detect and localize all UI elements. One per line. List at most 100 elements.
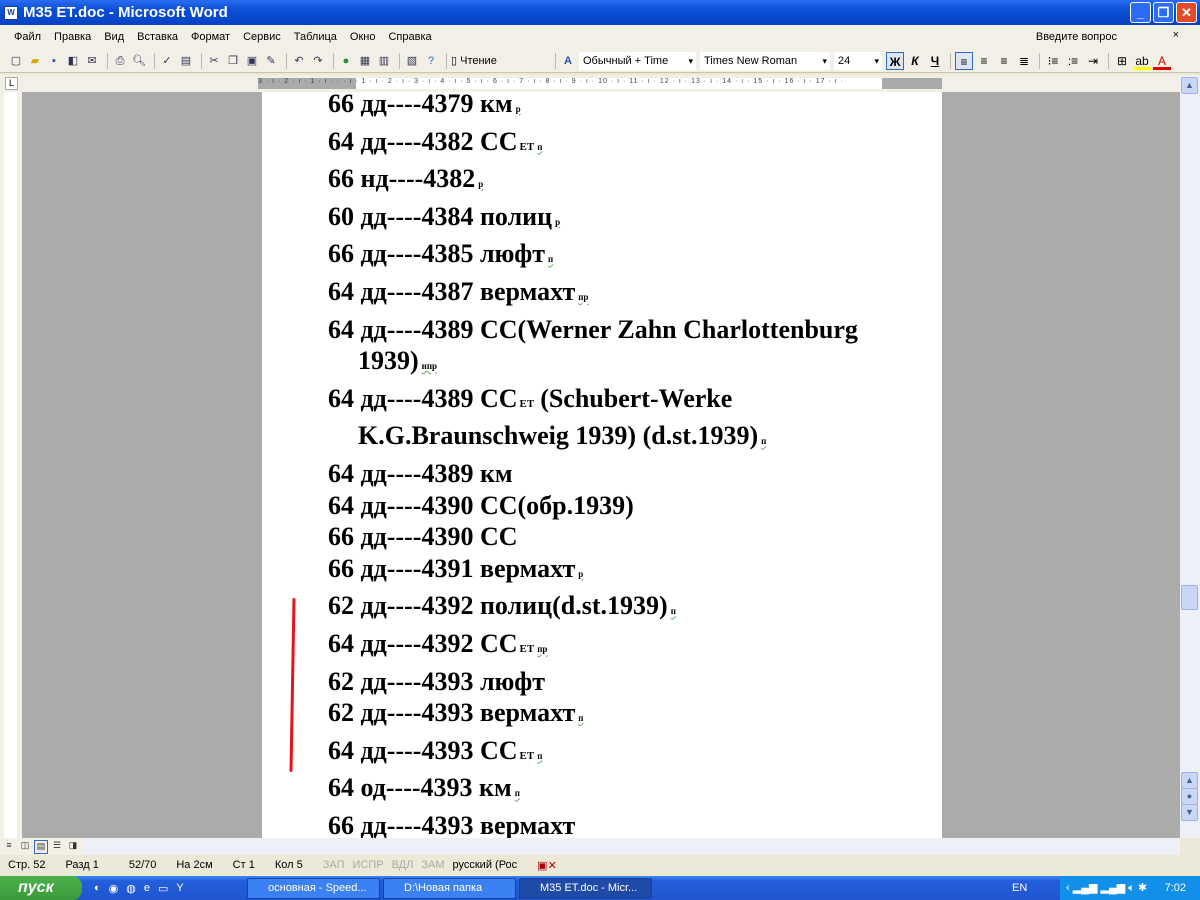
redo-icon[interactable]: ↷ (310, 53, 326, 69)
web-view-icon[interactable]: ◫ (18, 840, 32, 854)
horizontal-ruler[interactable]: L 3 · ı · 2 · ı · 1 · ı · · · ı · 1 · ı … (0, 75, 1200, 92)
scroll-down-button-page[interactable]: ▼ (1181, 804, 1198, 821)
styles-icon[interactable]: A (560, 53, 576, 69)
scroll-up-button[interactable]: ▲ (1181, 77, 1198, 94)
undo-icon[interactable]: ↶ (291, 53, 307, 69)
align-center-icon[interactable]: ≡ (975, 52, 993, 70)
select-browse-object[interactable]: ● (1181, 788, 1198, 805)
borders-icon[interactable]: ⊞ (1113, 52, 1131, 70)
align-left-icon[interactable]: ≡ (955, 51, 973, 70)
font-select[interactable]: Times New Roman (700, 51, 830, 70)
justify-icon[interactable]: ≣ (1015, 52, 1033, 70)
status-col: Кол 5 (274, 859, 303, 871)
italic-button[interactable]: К (906, 52, 924, 70)
permission-icon[interactable]: ◧ (65, 53, 81, 69)
research-icon[interactable]: ▤ (178, 53, 194, 69)
print-preview-icon[interactable]: 🔍︎ (131, 53, 147, 69)
open-icon[interactable]: ▰ (27, 53, 43, 69)
taskbar-word[interactable]: M35 ET.doc - Micr... (519, 877, 652, 899)
font-color-icon[interactable]: A (1153, 52, 1171, 70)
style-select[interactable]: Обычный + Time (579, 51, 696, 70)
status-trk[interactable]: ИСПР (352, 859, 383, 871)
align-right-icon[interactable]: ≡ (995, 52, 1013, 70)
normal-view-icon[interactable]: ≡ (2, 840, 16, 854)
document-line: 64 дд----4390 СС(обр.1939) (328, 490, 928, 522)
restore-button[interactable]: ❐ (1153, 2, 1174, 23)
spelling-status-icon[interactable]: ▣✕ (537, 859, 557, 872)
cut-icon[interactable]: ✂ (206, 53, 222, 69)
menu-tools[interactable]: Сервис (243, 31, 281, 43)
help-icon[interactable]: ? (423, 53, 439, 69)
bullets-icon[interactable]: :≡ (1064, 52, 1082, 70)
line-text: 62 дд----4392 полиц(d.st.1939) (328, 591, 668, 621)
font-size-select[interactable]: 24 (834, 51, 882, 70)
ask-question-input[interactable]: Введите вопрос (1036, 31, 1117, 43)
indent-icon[interactable]: ⇥ (1084, 52, 1102, 70)
save-icon[interactable]: ▪ (46, 53, 62, 69)
document-map-icon[interactable]: ▧ (404, 53, 420, 69)
paste-icon[interactable]: ▣ (244, 53, 260, 69)
menu-table[interactable]: Таблица (294, 31, 337, 43)
document-line: K.G.Braunschweig 1939) (d.st.1939) п (328, 420, 928, 458)
spelling-icon[interactable]: ✓ (159, 53, 175, 69)
desktop-icon[interactable]: ▭ (158, 882, 168, 895)
scroll-thumb[interactable] (1181, 585, 1198, 610)
quicklaunch-icon[interactable]: ◐ (94, 882, 101, 895)
print-layout-icon[interactable]: ▤ (34, 839, 48, 854)
reading-mode-button[interactable]: ▯ Чтение (451, 54, 551, 67)
format-painter-icon[interactable]: ✎ (263, 53, 279, 69)
language-indicator[interactable]: EN (1012, 876, 1027, 900)
menu-file[interactable]: Файл (14, 31, 41, 43)
line-text: 66 дд----4391 вермахт (328, 553, 576, 583)
vertical-scrollbar[interactable]: ▲ ▲ ● ▼ (1180, 75, 1200, 838)
chrome-icon[interactable]: ◉ (109, 882, 119, 895)
document-page[interactable]: 66 дд----4379 км р 64 дд----4382 СС ЕТ п 66 н… (262, 92, 942, 838)
menu-window[interactable]: Окно (350, 31, 376, 43)
close-button[interactable]: ✕ (1176, 2, 1197, 23)
document-line: 64 дд----4387 вермахт пр (328, 276, 928, 314)
reading-view-icon[interactable]: ◨ (66, 840, 80, 854)
horizontal-scrollbar[interactable] (84, 839, 1180, 854)
status-rec[interactable]: ЗАП (323, 859, 345, 871)
quicklaunch-icon[interactable]: ◍ (126, 882, 136, 895)
ie-icon[interactable]: e (144, 882, 150, 895)
line-tag: п (537, 750, 543, 761)
email-icon[interactable]: ✉ (84, 53, 100, 69)
status-language[interactable]: русский (Рос (453, 859, 518, 871)
insert-table-icon[interactable]: ▥ (376, 53, 392, 69)
status-ovr[interactable]: ЗАМ (421, 859, 444, 871)
line-tag: п (670, 606, 676, 617)
menu-help[interactable]: Справка (388, 31, 431, 43)
scroll-up-button-page[interactable]: ▲ (1181, 772, 1198, 789)
taskbar-folder[interactable]: D:\Новая папка (383, 877, 516, 899)
window-title: M35 ET.doc - Microsoft Word (23, 4, 228, 21)
document-line: 1939) нпр (328, 345, 928, 383)
start-button[interactable]: пуск (0, 876, 82, 900)
close-document-button[interactable]: × (1173, 29, 1179, 41)
underline-button[interactable]: Ч (926, 52, 944, 70)
bold-button[interactable]: Ж (886, 51, 904, 70)
tray-icons[interactable]: ‹ ▂▄▆ ▂▄▆ 🔈︎ ✱ (1066, 876, 1147, 900)
minimize-button[interactable]: _ (1130, 2, 1151, 23)
hyperlink-icon[interactable]: ● (338, 53, 354, 69)
menu-view[interactable]: Вид (104, 31, 124, 43)
tables-borders-icon[interactable]: ▦ (357, 53, 373, 69)
menu-format[interactable]: Формат (191, 31, 230, 43)
line-tag: п (514, 788, 520, 799)
menu-insert[interactable]: Вставка (137, 31, 178, 43)
taskbar-firefox[interactable]: основная - Speed... (247, 877, 380, 899)
highlight-icon[interactable]: ab (1133, 52, 1151, 70)
et-mark: ЕТ (519, 397, 535, 410)
status-ext[interactable]: ВДЛ (392, 859, 414, 871)
copy-icon[interactable]: ❐ (225, 53, 241, 69)
new-icon[interactable]: ▢ (8, 53, 24, 69)
document-line: 62 дд----4393 люфт (328, 666, 928, 698)
menu-edit[interactable]: Правка (54, 31, 91, 43)
outline-view-icon[interactable]: ☰ (50, 840, 64, 854)
document-body[interactable]: 66 дд----4379 км р 64 дд----4382 СС ЕТ п 66 н… (328, 92, 928, 838)
line-tag: р (578, 568, 584, 579)
tools-icon[interactable]: Y (176, 882, 183, 895)
numbering-icon[interactable]: ⁝≡ (1044, 52, 1062, 70)
tab-stop-selector[interactable]: L (5, 77, 18, 90)
print-icon[interactable]: ⎙ (112, 53, 128, 69)
